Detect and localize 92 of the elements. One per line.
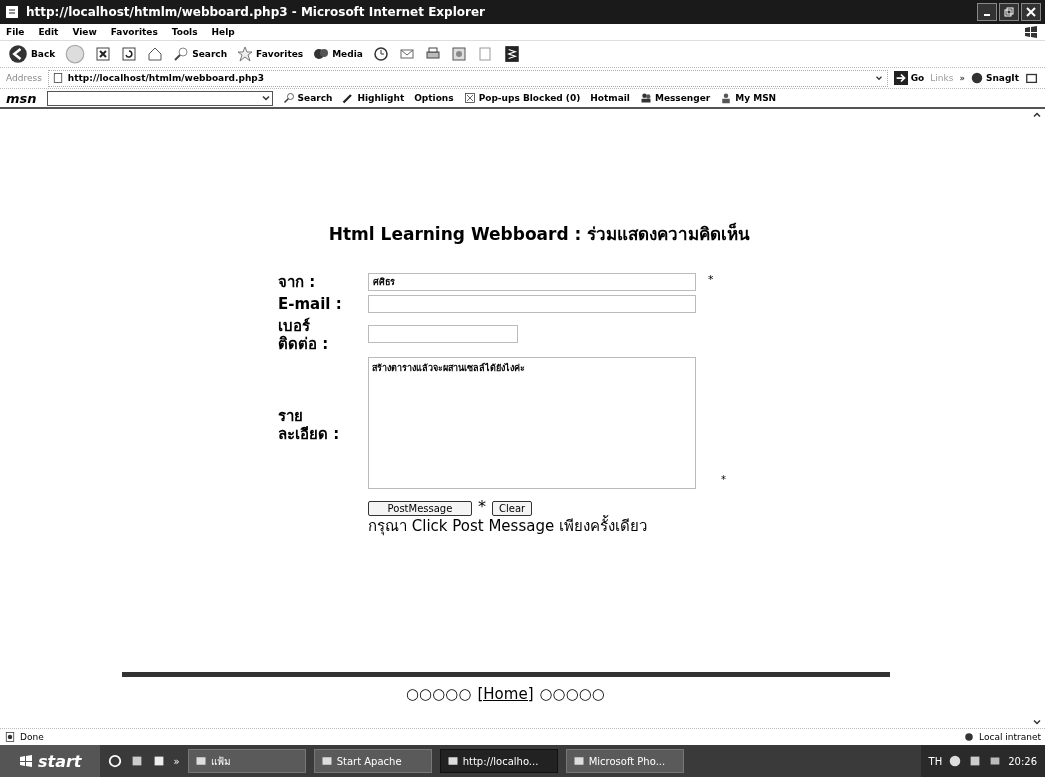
page-icon [51,72,64,84]
people-icon [639,92,652,104]
popup-icon [463,92,476,104]
footer-ornament: ○○○○○ [406,685,472,703]
field-label: E-mail : [278,295,343,313]
close-button[interactable] [1021,3,1041,21]
menu-item[interactable]: Favorites [110,27,158,37]
my-msn-button[interactable]: My MSN [720,92,777,104]
search-button[interactable]: Search [173,46,228,62]
back-button[interactable]: Back [8,44,56,64]
restore-button[interactable] [999,3,1019,21]
history-icon [372,46,389,62]
required-mark: * [708,273,714,286]
required-mark: * [721,474,726,485]
menu-item[interactable]: Tools [171,27,198,37]
history-button[interactable] [372,46,389,62]
zone-text: Local intranet [979,732,1041,742]
media-button[interactable]: Media [313,46,363,62]
stop-button[interactable] [95,46,112,62]
pen-icon [342,92,355,104]
start-button[interactable]: start [0,745,100,777]
hotmail-button[interactable]: Hotmail [590,93,630,103]
minimize-icon [984,14,990,16]
language-indicator[interactable]: TH [928,755,943,767]
snagit-button[interactable]: SnagIt [970,72,1019,84]
page-heading: Html Learning Webboard : ร่วมแสดงความคิดเห็น [327,222,751,246]
field-label: จาก : [278,273,317,291]
window-title: http://localhost/htmlm/webboard.php3 - Microsoft Internet Explorer [26,5,486,19]
home-icon [147,46,164,62]
taskbar-item[interactable]: Start Apache [313,749,432,773]
post-message-button[interactable]: PostMessage [368,501,472,516]
restore-icon [1004,7,1014,17]
mail-button[interactable] [398,46,415,62]
msn-search-field[interactable] [46,90,273,106]
instruction-text: กรุณา Click Post Message เพียงครั้งเดียว [368,516,647,536]
close-icon [1026,7,1036,17]
field-label: เบอร์ติดต่อ : [278,317,330,353]
tray-icon [948,754,963,768]
windows-flag-icon [18,753,34,769]
windows-flag-icon [1023,24,1039,40]
window-icon [320,755,333,767]
clock-text: 20:26 [1008,755,1037,767]
capture-icon [1025,71,1039,85]
clear-button[interactable]: Clear [492,501,533,516]
print-button[interactable] [424,46,441,62]
star-icon [237,46,254,62]
taskbar-item[interactable]: แฟ้ม [187,749,306,773]
msn-logo[interactable]: msn [6,90,37,106]
page-done-icon [4,731,16,743]
footer-ornament: ○○○○○ [539,685,605,703]
search-icon [282,92,295,104]
ie-page-icon [4,4,20,20]
more-chevron[interactable]: » [173,755,180,767]
home-button[interactable] [147,46,164,62]
window-icon [572,755,585,767]
window-icon [194,755,207,767]
refresh-button[interactable] [121,46,138,62]
mail-icon [398,46,415,62]
home-link[interactable]: [Home] [477,685,534,703]
go-button[interactable]: Go [893,71,925,85]
more-chevron[interactable]: » [959,73,965,83]
window-icon [446,755,459,767]
favorites-button[interactable]: Favorites [237,46,304,62]
popups-blocked-button[interactable]: Pop-ups Blocked (0) [463,92,581,104]
options-button[interactable]: Options [414,93,454,103]
text-input-field[interactable] [368,295,696,313]
field-label: รายละเอียด : [278,406,341,445]
media-icon [313,46,330,62]
text-input-field[interactable] [368,325,518,343]
taskbar-item[interactable]: http://localho... [439,749,558,773]
minimize-button[interactable] [977,3,997,21]
person-icon [720,92,733,104]
status-text: Done [20,732,44,742]
address-label: Address [6,73,42,83]
arrow-icon [893,71,908,85]
printer-icon [424,46,441,62]
required-mark: * [478,497,486,516]
messenger-button[interactable]: Messenger [639,92,711,104]
refresh-icon [121,46,138,62]
page-icon [476,46,493,62]
text-input-field[interactable]: ศศิธร [368,273,696,291]
menu-item[interactable]: View [72,27,97,37]
msn-search-button[interactable]: Search [282,92,333,104]
menu-item[interactable]: File [6,27,25,37]
address-field[interactable]: http://localhost/htmlm/webboard.php3 [47,69,888,87]
taskbar-item[interactable]: Microsoft Pho... [565,749,684,773]
highlight-button[interactable]: Highlight [342,92,405,104]
menu-item[interactable]: Edit [38,27,59,37]
detail-textarea[interactable]: สร้างตารางแล้วจะผสานเซลล์ได้ยังไงค่ะ [368,357,696,489]
menu-item[interactable]: Help [211,27,235,37]
search-icon [173,46,190,62]
stop-icon [95,46,112,62]
